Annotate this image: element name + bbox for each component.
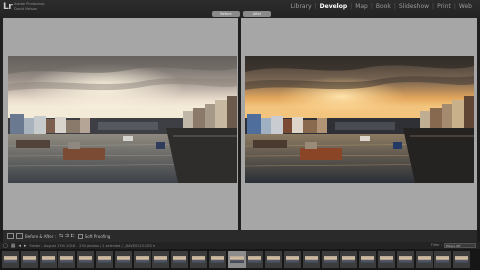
thumb-image (173, 256, 187, 263)
thumb-image (192, 256, 205, 263)
filmstrip-thumb[interactable] (415, 251, 433, 268)
filmstrip-thumb[interactable] (434, 251, 452, 268)
thumb-image (229, 256, 244, 263)
filmstrip-nav: ▢ ▦ ◂ ▸ Folder : August 17th 2016 230 ph… (0, 242, 480, 249)
module-slideshow[interactable]: Slideshow (397, 3, 431, 10)
filmstrip-thumb[interactable] (453, 251, 471, 268)
module-library[interactable]: Library (289, 3, 314, 10)
thumb-image (60, 256, 74, 263)
filmstrip (0, 249, 480, 270)
after-harbour-image (245, 56, 474, 183)
filmstrip-thumb[interactable] (114, 251, 132, 268)
before-photo (8, 56, 237, 183)
module-picker: Library | Develop | Map | Book | Slidesh… (289, 3, 474, 10)
forward-arrow-icon[interactable]: ▸ (24, 243, 27, 249)
compare-workspace (0, 18, 480, 230)
thumb-image (455, 256, 469, 263)
thumb-image (286, 256, 299, 263)
back-arrow-icon[interactable]: ◂ (18, 243, 21, 249)
filmstrip-thumb[interactable] (302, 251, 320, 268)
module-develop[interactable]: Develop (318, 3, 350, 10)
filmstrip-thumb[interactable] (190, 251, 207, 268)
filmstrip-thumb[interactable] (321, 251, 339, 268)
filmstrip-thumb[interactable] (58, 251, 76, 268)
secondary-window-icon[interactable]: ▢ (3, 243, 8, 249)
thumb-image (342, 256, 356, 263)
after-label: After (243, 11, 271, 17)
filmstrip-thumb[interactable] (133, 251, 151, 268)
thumb-image (135, 256, 149, 263)
thumb-image (323, 256, 337, 263)
thumb-image (398, 256, 412, 263)
develop-toolbar: Before & After : ⇆ ⇉ ⇇ Soft Proofing (3, 230, 477, 242)
swap-settings-icon[interactable]: ⇆ ⇉ ⇇ (59, 233, 75, 239)
filmstrip-thumb[interactable] (340, 251, 358, 268)
after-pane[interactable] (241, 18, 477, 230)
filmstrip-thumb[interactable] (39, 251, 57, 268)
lightroom-window: Lr Adobe Photoshop David Nelson Library … (0, 0, 480, 270)
soft-proofing-label: Soft Proofing (84, 233, 111, 239)
thumb-image (248, 256, 262, 263)
filmstrip-thumb[interactable] (265, 251, 283, 268)
module-map[interactable]: Map (353, 3, 370, 10)
thumb-image (116, 256, 130, 263)
thumb-image (79, 256, 93, 263)
thumb-image (436, 256, 450, 263)
filmstrip-thumb[interactable] (77, 251, 95, 268)
thumb-image (4, 256, 17, 263)
before-label: Before (212, 11, 240, 17)
filmstrip-thumb[interactable] (20, 251, 38, 268)
thumb-image (98, 256, 111, 263)
module-web[interactable]: Web (457, 3, 474, 10)
thumb-image (154, 256, 168, 263)
module-print[interactable]: Print (435, 3, 453, 10)
filmstrip-thumb-selected[interactable] (227, 251, 246, 268)
thumb-image (361, 256, 375, 263)
filter-dropdown[interactable]: Filters Off (444, 243, 476, 248)
grid-icon[interactable]: ▦ (11, 243, 16, 249)
thumb-image (304, 256, 318, 263)
filmstrip-thumb[interactable] (152, 251, 170, 268)
thumb-image (267, 256, 281, 263)
before-pane[interactable] (3, 18, 238, 230)
source-breadcrumb[interactable]: Folder : August 17th 2016 (30, 244, 76, 248)
loupe-view-icon[interactable] (7, 233, 14, 239)
after-photo (245, 56, 474, 183)
thumb-image (22, 256, 36, 263)
filmstrip-thumb[interactable] (359, 251, 377, 268)
filmstrip-thumb[interactable] (171, 251, 189, 268)
thumb-image (380, 256, 393, 263)
filmstrip-thumb[interactable] (378, 251, 395, 268)
thumb-image (41, 256, 55, 263)
photo-count: 230 photos / 1 selected / _DAVE0123.CR2 … (79, 243, 155, 248)
filmstrip-thumb[interactable] (284, 251, 301, 268)
module-book[interactable]: Book (374, 3, 393, 10)
filmstrip-thumb[interactable] (96, 251, 113, 268)
before-harbour-image (8, 56, 237, 183)
soft-proofing-checkbox[interactable] (77, 233, 83, 239)
filter-label: Filter : (431, 243, 442, 247)
filmstrip-thumb[interactable] (246, 251, 264, 268)
before-after-view-icon[interactable] (16, 233, 23, 239)
before-after-header: Before After (0, 10, 480, 18)
thumb-image (210, 256, 224, 263)
before-after-mode-label: Before & After : (25, 233, 56, 239)
filmstrip-thumb[interactable] (2, 251, 19, 268)
thumb-image (417, 256, 431, 263)
filmstrip-thumb[interactable] (208, 251, 226, 268)
filmstrip-thumb[interactable] (396, 251, 414, 268)
